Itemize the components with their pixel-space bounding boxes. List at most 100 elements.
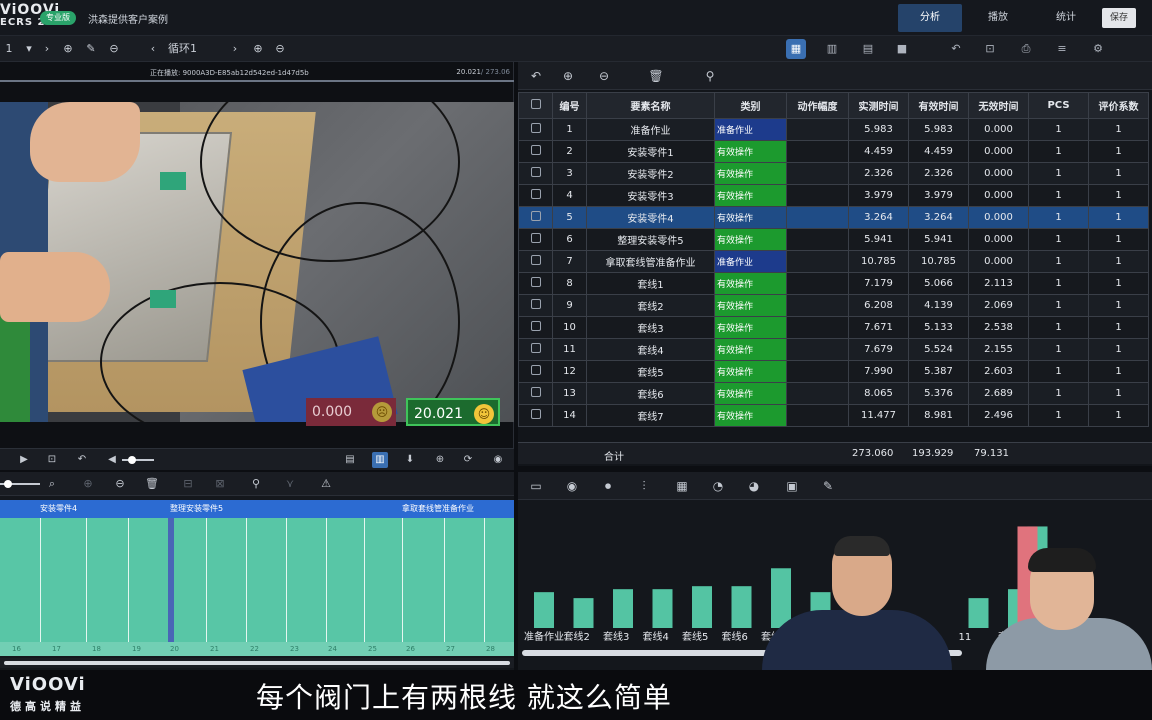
motion-amplitude[interactable]: [786, 162, 849, 185]
col-header-name[interactable]: 要素名称: [586, 92, 715, 119]
add-segment-icon[interactable]: ⊕: [80, 476, 96, 492]
measured-time[interactable]: 3.979: [848, 184, 909, 207]
pcs-count[interactable]: 1: [1028, 162, 1089, 185]
evaluation-coefficient[interactable]: 1: [1088, 250, 1149, 273]
invalid-time[interactable]: 0.000: [968, 184, 1029, 207]
measured-time[interactable]: 8.065: [848, 382, 909, 405]
document-icon[interactable]: ▤: [342, 452, 358, 468]
donut-chart-icon[interactable]: ◕: [746, 478, 762, 494]
checkbox[interactable]: [530, 277, 541, 287]
invalid-time[interactable]: 0.000: [968, 118, 1029, 141]
evaluation-coefficient[interactable]: 1: [1088, 382, 1149, 405]
layout-split-icon[interactable]: ▥: [822, 39, 842, 59]
element-category[interactable]: 有效操作: [714, 316, 787, 339]
checkbox[interactable]: [530, 123, 541, 133]
tab-playback[interactable]: 播放: [966, 4, 1030, 32]
element-category[interactable]: 有效操作: [714, 228, 787, 251]
merge-icon[interactable]: ⊟: [180, 476, 196, 492]
effective-time[interactable]: 4.459: [908, 140, 969, 163]
col-header-amplitude[interactable]: 动作幅度: [786, 92, 849, 119]
element-name[interactable]: 安装零件1: [586, 140, 715, 163]
volume-icon[interactable]: ◀: [104, 452, 120, 468]
element-category[interactable]: 有效操作: [714, 382, 787, 405]
chart-bar[interactable]: [731, 586, 752, 628]
invalid-time[interactable]: 2.496: [968, 404, 1029, 427]
tab-statistics[interactable]: 统计: [1034, 4, 1098, 32]
row-checkbox[interactable]: [518, 140, 553, 163]
effective-time[interactable]: 5.941: [908, 228, 969, 251]
checkbox[interactable]: [530, 189, 541, 199]
table-row[interactable]: 13 套线6 有效操作 8.065 5.376 2.689 1 1: [518, 382, 1149, 405]
checkbox[interactable]: [530, 145, 541, 155]
segment-label[interactable]: 安装零件4: [40, 500, 77, 518]
motion-amplitude[interactable]: [786, 118, 849, 141]
gear-icon[interactable]: ⚙: [1088, 39, 1108, 59]
checkbox[interactable]: [530, 299, 541, 309]
evaluation-coefficient[interactable]: 1: [1088, 316, 1149, 339]
camera-icon[interactable]: ◉: [564, 478, 580, 494]
evaluation-coefficient[interactable]: 1: [1088, 404, 1149, 427]
note-icon[interactable]: ▥: [372, 452, 388, 468]
evaluation-coefficient[interactable]: 1: [1088, 338, 1149, 361]
row-number[interactable]: 13: [552, 382, 587, 405]
measured-time[interactable]: 5.941: [848, 228, 909, 251]
effective-time[interactable]: 3.264: [908, 206, 969, 229]
pcs-count[interactable]: 1: [1028, 316, 1089, 339]
effective-time[interactable]: 5.983: [908, 118, 969, 141]
table-row[interactable]: 10 套线3 有效操作 7.671 5.133 2.538 1 1: [518, 316, 1149, 339]
save-button[interactable]: 保存: [1102, 8, 1136, 28]
invalid-time[interactable]: 0.000: [968, 162, 1029, 185]
motion-amplitude[interactable]: [786, 250, 849, 273]
pen-icon[interactable]: ✎: [820, 478, 836, 494]
row-checkbox[interactable]: [518, 404, 553, 427]
chevron-down-icon[interactable]: ▾: [22, 36, 36, 62]
element-name[interactable]: 套线7: [586, 404, 715, 427]
table-row[interactable]: 5 安装零件4 有效操作 3.264 3.264 0.000 1 1: [518, 206, 1149, 229]
measured-time[interactable]: 5.983: [848, 118, 909, 141]
pcs-count[interactable]: 1: [1028, 206, 1089, 229]
chart-bar[interactable]: [652, 589, 673, 628]
effective-time[interactable]: 4.139: [908, 294, 969, 317]
row-checkbox[interactable]: [518, 206, 553, 229]
row-checkbox[interactable]: [518, 294, 553, 317]
pcs-count[interactable]: 1: [1028, 294, 1089, 317]
element-name[interactable]: 套线4: [586, 338, 715, 361]
select-all-checkbox[interactable]: [518, 92, 553, 119]
row-checkbox[interactable]: [518, 162, 553, 185]
motion-amplitude[interactable]: [786, 184, 849, 207]
measured-time[interactable]: 7.179: [848, 272, 909, 295]
pcs-count[interactable]: 1: [1028, 360, 1089, 383]
element-name[interactable]: 套线5: [586, 360, 715, 383]
col-header-no[interactable]: 编号: [552, 92, 587, 119]
chart-bar[interactable]: [534, 592, 554, 628]
effective-time[interactable]: 5.524: [908, 338, 969, 361]
element-category[interactable]: 准备作业: [714, 250, 787, 273]
comment-icon[interactable]: ▭: [528, 478, 544, 494]
element-name[interactable]: 安装零件3: [586, 184, 715, 207]
download-icon[interactable]: ⬇: [402, 452, 418, 468]
motion-amplitude[interactable]: [786, 140, 849, 163]
measured-time[interactable]: 2.326: [848, 162, 909, 185]
bar-chart-icon[interactable]: ▦: [674, 478, 690, 494]
table-row[interactable]: 9 套线2 有效操作 6.208 4.139 2.069 1 1: [518, 294, 1149, 317]
element-name[interactable]: 整理安装零件5: [586, 228, 715, 251]
effective-time[interactable]: 5.133: [908, 316, 969, 339]
checkbox[interactable]: [530, 409, 541, 419]
invalid-time[interactable]: 2.603: [968, 360, 1029, 383]
checkbox[interactable]: [530, 167, 541, 177]
remove-video-icon[interactable]: ⊖: [106, 36, 122, 62]
effective-time[interactable]: 2.326: [908, 162, 969, 185]
invalid-time[interactable]: 2.538: [968, 316, 1029, 339]
row-number[interactable]: 12: [552, 360, 587, 383]
effective-time[interactable]: 5.376: [908, 382, 969, 405]
element-category[interactable]: 有效操作: [714, 184, 787, 207]
pcs-count[interactable]: 1: [1028, 140, 1089, 163]
microphone-icon[interactable]: ⏺: [600, 478, 616, 494]
table-row[interactable]: 6 整理安装零件5 有效操作 5.941 5.941 0.000 1 1: [518, 228, 1149, 251]
element-category[interactable]: 准备作业: [714, 118, 787, 141]
row-number[interactable]: 14: [552, 404, 587, 427]
checkbox[interactable]: [530, 321, 541, 331]
table-row[interactable]: 11 套线4 有效操作 7.679 5.524 2.155 1 1: [518, 338, 1149, 361]
checkbox[interactable]: [530, 211, 541, 221]
pcs-count[interactable]: 1: [1028, 118, 1089, 141]
